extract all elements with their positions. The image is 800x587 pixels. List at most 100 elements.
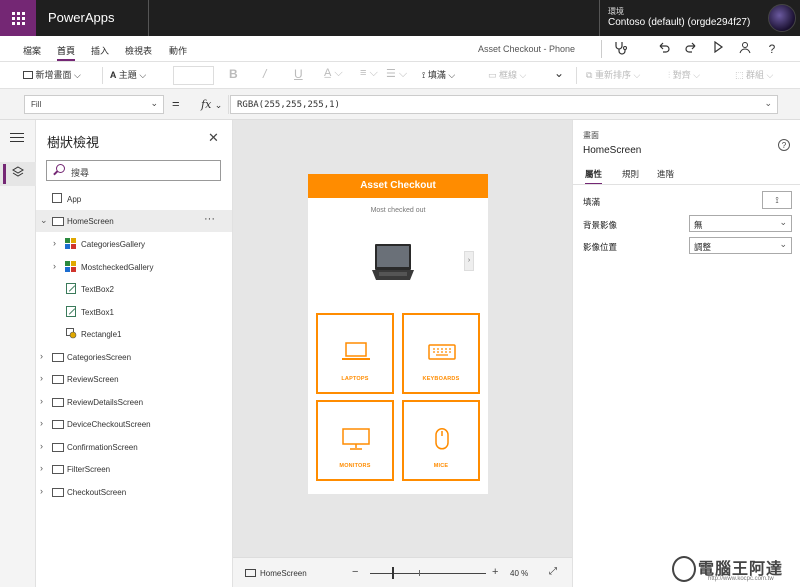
category-tile-laptops[interactable]: LAPTOPS: [316, 313, 394, 394]
tree-node-confirmationscreen[interactable]: › ConfirmationScreen: [36, 436, 232, 458]
tab-rules[interactable]: 規則: [622, 168, 639, 180]
fill-color-picker[interactable]: ⟟: [762, 191, 792, 209]
help-icon[interactable]: ?: [778, 139, 790, 151]
zoom-slider[interactable]: [370, 573, 486, 574]
layers-icon[interactable]: [12, 166, 24, 181]
most-checked-label: Most checked out: [370, 207, 426, 214]
divider: [599, 0, 600, 36]
tree-node-mostcheckedgallery[interactable]: › MostcheckedGallery: [36, 256, 232, 278]
tree-node-textbox2[interactable]: TextBox2: [36, 278, 232, 300]
font-color-icon[interactable]: A̲ ⌵: [324, 67, 343, 80]
zoom-slider-thumb[interactable]: [392, 567, 394, 579]
chevron-right-icon[interactable]: ›: [40, 396, 43, 406]
menu-view[interactable]: 檢視表: [125, 44, 152, 57]
tree-node-checkoutscreen[interactable]: › CheckoutScreen: [36, 481, 232, 503]
user-share-icon[interactable]: [737, 41, 753, 57]
paint-bucket-icon: ⟟: [775, 195, 779, 205]
image-position-label: 影像位置: [583, 242, 618, 252]
function-button[interactable]: fx ⌄: [195, 95, 229, 114]
app-name: PowerApps: [48, 10, 115, 25]
tree-node-homescreen[interactable]: ⌄ HomeScreen ···: [36, 210, 232, 232]
chevron-right-icon[interactable]: ›: [40, 418, 43, 428]
user-avatar[interactable]: [768, 4, 796, 32]
text-input-icon: [66, 306, 76, 317]
help-icon[interactable]: ?: [764, 41, 780, 57]
equals-sign: =: [172, 96, 180, 111]
group-button[interactable]: ⬚ 群組 ⌵: [735, 68, 773, 81]
chevron-right-icon[interactable]: ›: [40, 486, 43, 496]
close-icon[interactable]: ✕: [208, 130, 219, 146]
app-top-bar: PowerApps 環境 Contoso (default) (orgde294…: [0, 0, 800, 36]
menu-home[interactable]: 首頁: [57, 44, 76, 61]
chevron-right-icon[interactable]: ›: [53, 238, 56, 248]
tree-node-textbox1[interactable]: TextBox1: [36, 301, 232, 323]
chevron-right-icon[interactable]: ›: [40, 351, 43, 361]
app-launcher-button[interactable]: [0, 0, 36, 36]
image-position-dropdown[interactable]: 調整 ⌄: [689, 237, 792, 254]
environment-label: 環境: [608, 7, 624, 16]
play-icon[interactable]: [710, 40, 726, 57]
font-size-input[interactable]: [173, 66, 214, 85]
zoom-slider-tick: [419, 570, 420, 576]
laptop-image: [370, 236, 416, 286]
screen-icon: [52, 420, 64, 429]
menu-action[interactable]: 動作: [169, 44, 187, 57]
reorder-button[interactable]: ⧉ 重新排序 ⌵: [586, 68, 640, 81]
tree-node-reviewdetailsscreen[interactable]: › ReviewDetailsScreen: [36, 391, 232, 413]
chevron-right-icon[interactable]: ›: [40, 441, 43, 451]
new-screen-button[interactable]: 新增畫面 ⌵: [23, 68, 81, 81]
background-image-label: 背景影像: [583, 220, 618, 230]
redo-icon[interactable]: [683, 41, 699, 57]
environment-picker[interactable]: Contoso (default) (orgde294f27): [608, 17, 750, 28]
tree-node-devicecheckoutscreen[interactable]: › DeviceCheckoutScreen: [36, 413, 232, 435]
zoom-in-button[interactable]: +: [492, 566, 498, 578]
tree-node-categoriesgallery[interactable]: › CategoriesGallery: [36, 233, 232, 255]
tab-advanced[interactable]: 進階: [657, 168, 674, 180]
menu-insert[interactable]: 插入: [91, 44, 109, 57]
more-options-icon[interactable]: ···: [204, 213, 215, 225]
tree-node-rectangle1[interactable]: Rectangle1: [36, 323, 232, 345]
keyboard-icon: [428, 344, 456, 360]
line-spacing-icon[interactable]: ☰ ⌵: [386, 67, 407, 81]
stethoscope-icon[interactable]: [612, 41, 628, 57]
tab-properties[interactable]: 屬性: [585, 168, 603, 185]
tree-node-categoriesscreen[interactable]: › CategoriesScreen: [36, 346, 232, 368]
undo-icon[interactable]: [655, 41, 671, 57]
tree-node-reviewscreen[interactable]: › ReviewScreen: [36, 368, 232, 390]
zoom-out-button[interactable]: −: [352, 566, 358, 578]
text-input-icon: [66, 283, 76, 294]
theme-button[interactable]: 𝐀 主題 ⌵: [110, 68, 146, 81]
formula-input[interactable]: RGBA(255,255,255,1) ⌄: [230, 95, 778, 114]
property-dropdown[interactable]: Fill ⌄: [24, 95, 164, 114]
tree-app-node[interactable]: App: [36, 188, 232, 210]
tree-node-filterscreen[interactable]: › FilterScreen: [36, 458, 232, 480]
fill-button[interactable]: ⟟ 填滿 ⌵: [422, 68, 455, 81]
border-button[interactable]: ▭ 框線 ⌵: [488, 68, 526, 81]
mascot-logo: [672, 556, 696, 582]
gallery-next-button[interactable]: ›: [464, 251, 474, 271]
screen-icon: [52, 217, 64, 226]
category-tile-keyboards[interactable]: KEYBOARDS: [402, 313, 480, 394]
category-tile-mice[interactable]: MICE: [402, 400, 480, 481]
align-text-icon[interactable]: ≡ ⌵: [360, 67, 378, 80]
chevron-down-icon[interactable]: ⌄: [40, 215, 48, 226]
align-button[interactable]: ⫶ 對齊 ⌵: [668, 68, 700, 81]
search-input[interactable]: 搜尋: [46, 160, 221, 181]
bold-button[interactable]: B: [229, 67, 238, 81]
chevron-right-icon[interactable]: ›: [40, 463, 43, 473]
menu-file[interactable]: 檔案: [23, 44, 41, 57]
category-tile-monitors[interactable]: MONITORS: [316, 400, 394, 481]
italic-button[interactable]: /: [263, 67, 266, 81]
hamburger-icon[interactable]: [10, 133, 24, 145]
chevron-down-icon[interactable]: ⌄: [554, 66, 564, 80]
current-screen-selector[interactable]: HomeScreen: [260, 569, 307, 578]
control-name: HomeScreen: [583, 145, 642, 156]
chevron-right-icon[interactable]: ›: [53, 261, 56, 271]
design-canvas[interactable]: Asset Checkout Most checked out › LAPTOP…: [233, 120, 572, 557]
fit-to-window-icon[interactable]: ⤢: [549, 566, 557, 577]
underline-button[interactable]: U: [294, 67, 303, 81]
phone-screen-preview[interactable]: Asset Checkout Most checked out › LAPTOP…: [308, 174, 488, 494]
background-image-dropdown[interactable]: 無 ⌄: [689, 215, 792, 232]
screen-icon: [245, 569, 256, 577]
chevron-right-icon[interactable]: ›: [40, 373, 43, 383]
